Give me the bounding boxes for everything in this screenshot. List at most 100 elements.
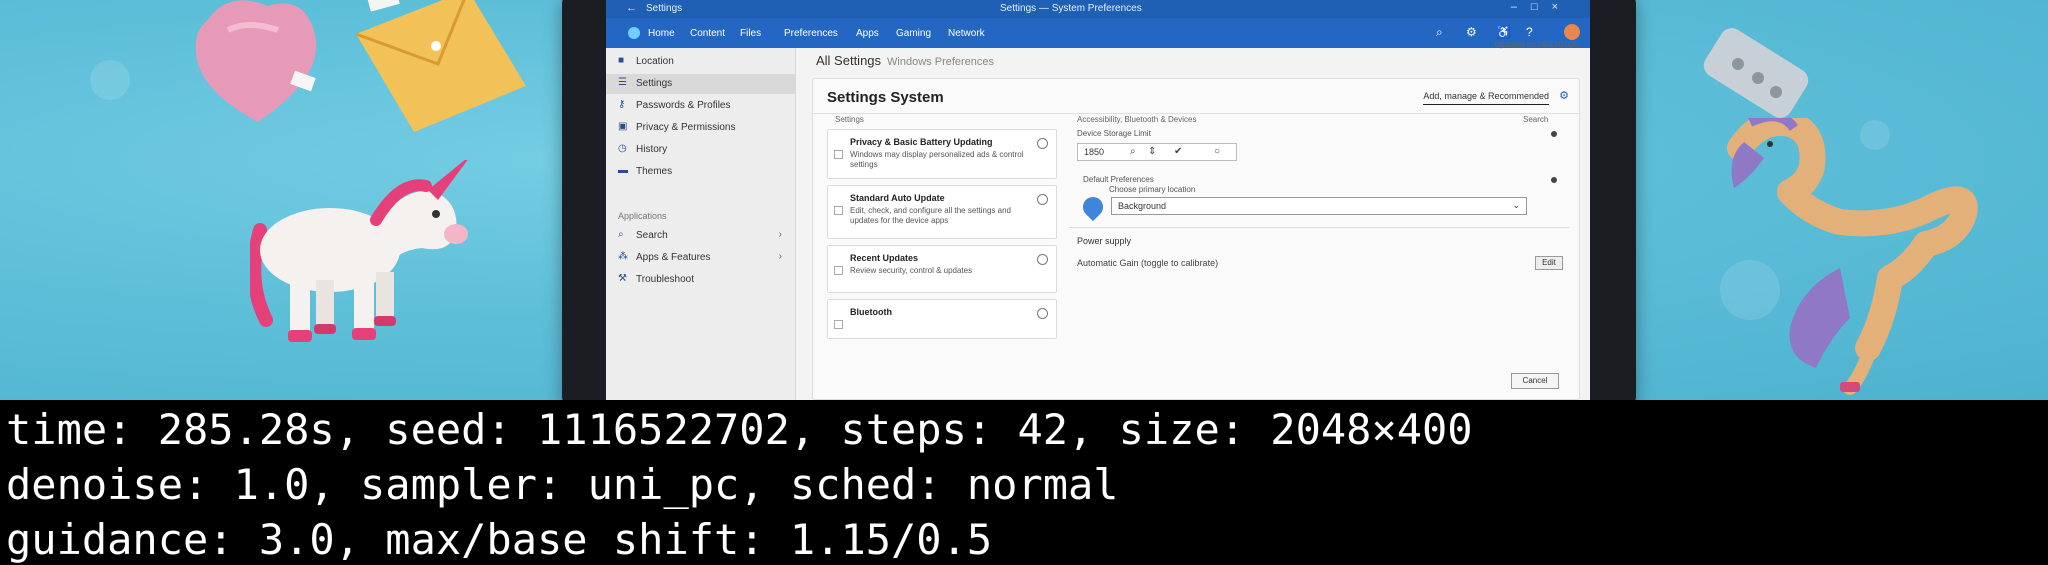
column-header-left: Settings xyxy=(835,115,864,124)
cancel-button[interactable]: Cancel xyxy=(1511,373,1559,389)
caption-line-2: denoise: 1.0, sampler: uni_pc, sched: no… xyxy=(6,460,1119,509)
search-icon: ⌕ xyxy=(618,229,624,240)
window-title: Settings xyxy=(646,3,683,14)
menu-gaming[interactable]: Gaming xyxy=(896,28,931,39)
checkbox[interactable] xyxy=(834,266,843,275)
tool-icon: ⚒ xyxy=(618,273,627,284)
back-arrow-icon[interactable]: ← xyxy=(626,2,637,14)
search-icon[interactable]: ⌕ xyxy=(1436,25,1443,40)
clock-icon: ◷ xyxy=(618,143,627,154)
window-controls[interactable]: –□× xyxy=(1511,1,1572,13)
card-description: Windows may display personalized ads & c… xyxy=(850,150,1024,169)
caption-line-1: time: 285.28s, seed: 1116522702, steps: … xyxy=(6,405,1473,454)
storage-input[interactable]: 1850 ⌕ ⇕ ✔ ○ xyxy=(1077,143,1237,161)
preference-dropdown[interactable]: Background ⌄ xyxy=(1111,197,1527,215)
checkbox[interactable] xyxy=(834,206,843,215)
radio-button[interactable] xyxy=(1037,308,1048,319)
app-logo-icon xyxy=(628,27,640,39)
menu-files[interactable]: Files xyxy=(740,28,761,39)
key-icon: ⚷ xyxy=(618,99,626,110)
shield-icon: ▣ xyxy=(618,121,628,132)
menu-home[interactable]: Home xyxy=(648,28,675,39)
expander-sublabel: Choose primary location xyxy=(1109,185,1196,194)
status-dot xyxy=(1551,177,1557,183)
menu-content[interactable]: Content xyxy=(690,28,725,39)
settings-card[interactable]: Bluetooth xyxy=(827,299,1057,339)
sidebar-item-location[interactable]: ■ Location xyxy=(606,52,796,72)
radio-button[interactable] xyxy=(1037,254,1048,265)
pink-felt-heart xyxy=(195,0,317,122)
chevron-down-icon: ⌄ xyxy=(1512,200,1520,210)
breadcrumb-main[interactable]: All Settings xyxy=(816,53,881,68)
settings-icon: ☰ xyxy=(618,77,627,88)
help-icon[interactable]: ? xyxy=(1526,25,1533,39)
palette-icon: ▬ xyxy=(618,165,628,176)
sidebar-item-label: Apps & Features xyxy=(636,252,711,263)
stepper-icon[interactable]: ⇕ xyxy=(1148,146,1156,157)
sidebar-item-label: Troubleshoot xyxy=(636,274,694,285)
divider xyxy=(813,113,1579,114)
pony-toy xyxy=(1727,118,1978,395)
panel-title: Settings System xyxy=(827,89,944,106)
search-icon[interactable]: ⌕ xyxy=(1130,146,1136,157)
section-setting: Automatic Gain (toggle to calibrate) xyxy=(1077,258,1219,268)
dropdown-value: Background xyxy=(1118,201,1167,211)
avatar[interactable] xyxy=(1564,24,1580,40)
menu-preferences[interactable]: Preferences xyxy=(784,28,838,39)
breadcrumb: All Settings Windows Preferences xyxy=(816,53,994,68)
title-bar: ← Settings Settings — System Preferences… xyxy=(606,0,1590,18)
input-value: 1850 xyxy=(1084,147,1105,157)
menu-apps[interactable]: Apps xyxy=(856,28,879,39)
sidebar-item-themes[interactable]: ▬ Themes xyxy=(606,162,796,182)
radio-button[interactable] xyxy=(1037,194,1048,205)
breadcrumb-sub[interactable]: Windows Preferences xyxy=(887,56,994,68)
location-pin-icon xyxy=(1078,192,1108,222)
circle-icon[interactable]: ○ xyxy=(1214,146,1220,157)
accessibility-icon[interactable]: ♿ xyxy=(1496,25,1511,39)
menu-bar: Home Content Files Preferences Apps Gami… xyxy=(606,18,1590,48)
chevron-right-icon: › xyxy=(778,251,782,262)
power-section: Power supply Automatic Gain (toggle to c… xyxy=(1069,227,1569,285)
updated-timestamp: Updated on 05/23/2025 xyxy=(1494,40,1578,49)
sidebar-item-passwords[interactable]: ⚷ Passwords & Profiles xyxy=(606,96,796,116)
sidebar-item-settings[interactable]: ☰ Settings xyxy=(606,74,796,94)
check-icon[interactable]: ✔ xyxy=(1174,146,1182,157)
radio-button[interactable] xyxy=(1037,138,1048,149)
panel-action-tab[interactable]: Add, manage & Recommended xyxy=(1423,91,1549,105)
card-title: Recent Updates xyxy=(850,253,919,263)
settings-card[interactable]: Standard Auto Update Edit, check, and co… xyxy=(827,185,1057,239)
chevron-right-icon: › xyxy=(778,229,782,240)
detail-pane: Device Storage Limit 1850 ⌕ ⇕ ✔ ○ Defaul… xyxy=(1069,123,1569,393)
sidebar-item-troubleshoot[interactable]: ⚒ Troubleshoot xyxy=(606,270,796,290)
settings-panel: Settings System Add, manage & Recommende… xyxy=(812,78,1580,400)
sidebar-item-label: Passwords & Profiles xyxy=(636,100,731,111)
sidebar-item-label: Privacy & Permissions xyxy=(636,122,736,133)
gear-icon[interactable]: ⚙ xyxy=(1559,89,1569,102)
yellow-envelope xyxy=(355,0,526,132)
menu-network[interactable]: Network xyxy=(948,28,985,39)
sidebar-item-privacy[interactable]: ▣ Privacy & Permissions xyxy=(606,118,796,138)
sidebar-item-apps[interactable]: ⁂ Apps & Features › xyxy=(606,248,796,268)
settings-card[interactable]: Recent Updates Review security, control … xyxy=(827,245,1057,293)
checkbox[interactable] xyxy=(834,150,843,159)
sidebar-item-search[interactable]: ⌕ Search › xyxy=(606,226,796,246)
toy-gadget xyxy=(1703,28,1809,118)
sidebar: ■ Location ☰ Settings ⚷ Passwords & Profile… xyxy=(606,48,796,400)
sidebar-item-label: Settings xyxy=(636,78,673,89)
location-icon: ■ xyxy=(618,55,625,66)
card-title: Standard Auto Update xyxy=(850,193,945,203)
sidebar-section-label: Applications xyxy=(618,211,667,221)
settings-card[interactable]: Privacy & Basic Battery Updating Windows… xyxy=(827,129,1057,179)
card-title: Bluetooth xyxy=(850,307,892,317)
input-label: Device Storage Limit xyxy=(1077,129,1151,138)
laptop-screen: ← Settings Settings — System Preferences… xyxy=(606,0,1590,400)
gear-icon[interactable]: ⚙ xyxy=(1466,25,1477,39)
sidebar-item-label: History xyxy=(636,144,668,155)
edit-button[interactable]: Edit xyxy=(1535,256,1563,270)
checkbox[interactable] xyxy=(834,320,843,329)
expander-label[interactable]: Default Preferences xyxy=(1083,175,1154,184)
sidebar-item-history[interactable]: ◷ History xyxy=(606,140,796,160)
caption-line-3: guidance: 3.0, max/base shift: 1.15/0.5 xyxy=(6,515,993,564)
unicorn-toy xyxy=(250,160,468,342)
texture-speck xyxy=(90,60,130,100)
